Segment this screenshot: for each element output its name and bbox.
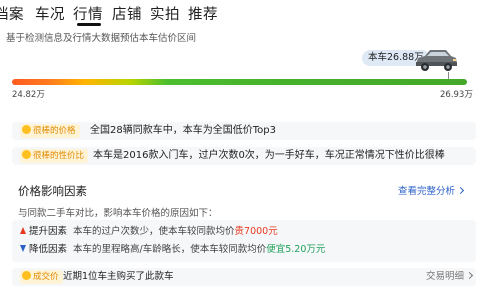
- price-range-bar: [12, 79, 467, 85]
- factor-row-up: 提升因素 本车的过户次数少，使本车较同款均价贵7000元: [20, 225, 278, 239]
- price-factors-title: 价格影响因素: [18, 184, 87, 198]
- tab-archive[interactable]: 档案: [0, 3, 24, 24]
- highlight-card-price: 很棒的价格 全国28辆同款车中，本车为全国低价Top3: [12, 122, 476, 140]
- chevron-right-icon: [456, 186, 465, 195]
- tab-recommend[interactable]: 推荐: [188, 3, 218, 24]
- price-range-max: 26.93万: [440, 90, 473, 100]
- deal-price-badge: 成交价: [20, 270, 63, 284]
- good-price-badge: 很棒的价格: [20, 124, 80, 138]
- tab-store[interactable]: 店铺: [112, 3, 142, 24]
- smile-icon: [22, 271, 31, 280]
- price-factors-subtitle: 与同款二手车对比，影响本车价格的原因如下：: [18, 208, 218, 219]
- car-thumbnail-image: [416, 50, 457, 71]
- deal-details-link[interactable]: 交易明细: [426, 270, 474, 284]
- valuation-description: 基于检测信息及行情大数据预估本车估价区间: [6, 33, 197, 44]
- highlight-text: 全国28辆同款车中，本车为全国低价Top3: [90, 125, 276, 136]
- chevron-right-icon: [465, 271, 474, 280]
- arrow-down-icon: [20, 245, 26, 252]
- active-tab-indicator: [77, 23, 101, 26]
- deal-row[interactable]: 成交价 近期1位车主购买了此款车 交易明细: [12, 268, 476, 286]
- full-analysis-link[interactable]: 查看完整分析: [398, 183, 465, 197]
- tab-bar: 档案 车况 行情 店铺 实拍 推荐: [0, 0, 480, 26]
- factor-row-down: 降低因素 本车的里程略高/车龄略长，使本车较同款均价便宜5.20万元: [20, 243, 325, 257]
- good-value-badge: 很棒的性价比: [20, 149, 89, 163]
- price-factors-box: 提升因素 本车的过户次数少，使本车较同款均价贵7000元 降低因素 本车的里程略高/…: [12, 220, 476, 262]
- arrow-up-icon: [20, 227, 26, 234]
- price-range-min: 24.82万: [12, 90, 45, 100]
- smile-icon: [22, 150, 31, 159]
- deal-text: 近期1位车主购买了此款车: [63, 271, 174, 282]
- highlight-card-value: 很棒的性价比 本车是2016款入门车，过户次数0次，为一手好车，车况正常情况下性…: [12, 147, 476, 165]
- highlight-text: 本车是2016款入门车，过户次数0次，为一手好车，车况正常情况下性价比很棒: [93, 150, 445, 161]
- smile-icon: [22, 125, 31, 134]
- tab-photos[interactable]: 实拍: [150, 3, 180, 24]
- tab-market[interactable]: 行情: [73, 3, 103, 24]
- tab-condition[interactable]: 车况: [35, 3, 65, 24]
